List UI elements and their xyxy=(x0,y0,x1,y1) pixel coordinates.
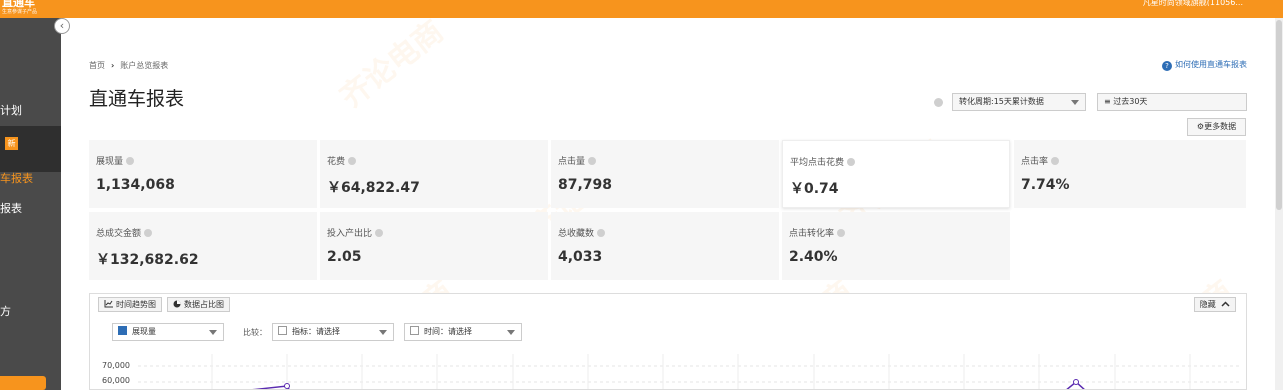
top-bar: 直通车 生意参谋子产品 凡星时尚领域旗舰(11056... xyxy=(0,0,1283,18)
sidebar-action-button[interactable] xyxy=(0,376,46,390)
metric-label: 点击量 xyxy=(558,157,586,167)
metric-card[interactable]: 点击转化率 2.40% xyxy=(782,212,1010,280)
date-range-value: 过去30天 xyxy=(1113,97,1148,106)
sidebar-item-plan[interactable]: 计划 xyxy=(0,102,22,118)
metric-label: 总收藏数 xyxy=(558,229,595,239)
period-select-value: 转化周期:15天累计数据 xyxy=(959,97,1044,106)
metric-value: 2.05 xyxy=(327,249,362,265)
metric-card[interactable]: 点击量 87,798 xyxy=(551,140,779,208)
metric-value: 87,798 xyxy=(558,177,613,193)
chevron-down-icon xyxy=(1071,100,1079,105)
date-range-select[interactable]: ≡ 过去30天 xyxy=(1097,93,1247,111)
info-icon[interactable] xyxy=(588,157,597,165)
gear-icon: ⚙ xyxy=(1196,122,1205,131)
metric-label: 点击率 xyxy=(1021,157,1049,167)
sidebar-collapse-icon[interactable]: ‹ xyxy=(54,18,70,34)
metric-value: 4,033 xyxy=(558,249,603,265)
metric-value: 7.74% xyxy=(1021,177,1070,193)
breadcrumb: 首页 › 账户总览报表 xyxy=(89,60,168,71)
data-point xyxy=(284,383,290,389)
series-line xyxy=(252,385,290,389)
metric-label: 展现量 xyxy=(96,157,124,167)
breadcrumb-current: 账户总览报表 xyxy=(120,61,169,70)
calendar-icon: ≡ xyxy=(1104,97,1111,106)
breadcrumb-home[interactable]: 首页 xyxy=(89,61,105,70)
metric-card[interactable]: 花费 ￥64,822.47 xyxy=(320,140,548,208)
help-link-label: 如何使用直通车报表 xyxy=(1175,60,1247,69)
metric-card[interactable]: 总成交金额 ￥132,682.62 xyxy=(89,212,317,280)
info-icon[interactable] xyxy=(375,229,384,237)
info-icon[interactable] xyxy=(348,157,357,165)
period-select[interactable]: 转化周期:15天累计数据 xyxy=(952,93,1086,111)
info-icon[interactable] xyxy=(126,157,135,165)
sidebar-item-other[interactable]: 方 xyxy=(0,303,11,319)
metric-card[interactable]: 投入产出比 2.05 xyxy=(320,212,548,280)
metric-card[interactable]: 总收藏数 4,033 xyxy=(551,212,779,280)
metric-label: 点击转化率 xyxy=(789,229,835,239)
more-data-label: 更多数据 xyxy=(1204,122,1237,131)
info-icon[interactable] xyxy=(144,229,153,237)
metric-value: ￥0.74 xyxy=(790,181,839,197)
metric-card[interactable]: 展现量 1,134,068 xyxy=(89,140,317,208)
metric-label: 花费 xyxy=(327,157,346,167)
metric-value: 2.40% xyxy=(789,249,838,265)
trend-chart xyxy=(138,354,1240,389)
sidebar-item-subreport[interactable]: 报表 xyxy=(0,200,22,216)
metric-label: 投入产出比 xyxy=(327,229,373,239)
page-title: 直通车报表 xyxy=(89,88,185,110)
metric-value: ￥132,682.62 xyxy=(96,252,199,268)
metric-label: 总成交金额 xyxy=(96,229,142,239)
more-data-button[interactable]: ⚙更多数据 xyxy=(1187,118,1246,136)
info-icon[interactable] xyxy=(847,158,856,166)
info-icon[interactable] xyxy=(837,229,846,237)
logo-text: 直通车 xyxy=(2,0,35,9)
scrollbar[interactable] xyxy=(1275,18,1283,390)
metric-card[interactable]: 平均点击花费 ￥0.74 xyxy=(782,140,1010,208)
logo-subtext: 生意参谋子产品 xyxy=(2,9,38,15)
metric-card[interactable]: 点击率 7.74% xyxy=(1014,140,1246,208)
data-point xyxy=(1073,379,1079,385)
metric-label: 平均点击花费 xyxy=(790,158,845,168)
new-badge: 新 xyxy=(5,137,18,150)
chart-panel: 时间趋势图 数据占比图 隐藏 展现量 比较： 指标：请选择 时间：请选择 70,… xyxy=(89,293,1247,390)
help-icon: ? xyxy=(1162,61,1172,71)
account-info[interactable]: 凡星时尚领域旗舰(11056... xyxy=(1143,0,1243,6)
info-icon[interactable] xyxy=(1051,157,1060,165)
scrollbar-thumb[interactable] xyxy=(1276,20,1282,210)
metric-value: ￥64,822.47 xyxy=(327,180,420,196)
sidebar-item-report[interactable]: 车报表 xyxy=(0,170,33,186)
info-icon[interactable] xyxy=(597,229,606,237)
logo[interactable]: 直通车 生意参谋子产品 xyxy=(2,0,37,15)
help-link[interactable]: ? 如何使用直通车报表 xyxy=(1162,59,1247,71)
sidebar: 计划 新 车报表 报表 方 xyxy=(0,18,61,390)
watermark: 齐论电商 xyxy=(334,14,451,116)
info-icon[interactable] xyxy=(934,98,943,107)
breadcrumb-separator: › xyxy=(111,61,115,70)
metric-value: 1,134,068 xyxy=(96,177,175,193)
